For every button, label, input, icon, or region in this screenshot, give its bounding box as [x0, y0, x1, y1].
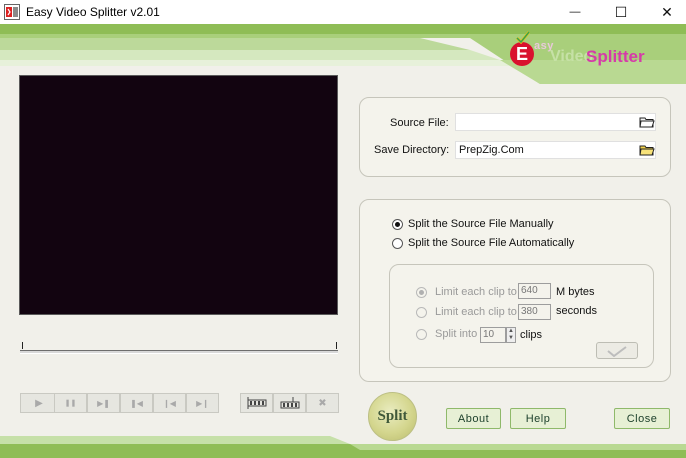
previous-button[interactable]: ❙◀: [153, 393, 186, 413]
browse-folder-icon[interactable]: [639, 143, 655, 157]
set-end-button[interactable]: [273, 393, 306, 413]
window-title: Easy Video Splitter v2.01: [26, 5, 160, 19]
split-into-input[interactable]: 10: [480, 327, 506, 343]
about-button[interactable]: About: [446, 408, 501, 429]
delete-icon: ✖: [318, 397, 327, 409]
seek-track[interactable]: [20, 350, 338, 354]
limit-size-label: Limit each clip to: [435, 286, 517, 298]
split-button-label: Split: [377, 408, 408, 424]
seek-end-marker: [336, 342, 337, 349]
file-panel: [359, 97, 671, 177]
browse-source-icon[interactable]: [639, 115, 655, 129]
step-back-button[interactable]: ❚◀: [120, 393, 153, 413]
checkmark-icon: [607, 345, 627, 357]
title-bar: Easy Video Splitter v2.01 — ☐ ✕: [0, 0, 686, 24]
bottom-decor-band: [0, 436, 686, 458]
next-button[interactable]: ▶❙: [186, 393, 219, 413]
help-button-label: Help: [525, 412, 551, 425]
limit-time-label: Limit each clip to: [435, 306, 517, 318]
step-forward-icon: ▶❚: [97, 398, 110, 408]
set-start-button[interactable]: [240, 393, 273, 413]
close-button-label: Close: [626, 412, 658, 425]
split-into-radio[interactable]: [416, 329, 427, 340]
limit-size-input[interactable]: 640: [518, 283, 551, 299]
source-file-input[interactable]: [455, 113, 656, 131]
delete-button[interactable]: ✖: [306, 393, 339, 413]
previous-icon: ❙◀: [163, 398, 176, 408]
limit-size-unit: M bytes: [556, 286, 595, 298]
limit-time-radio[interactable]: [416, 307, 427, 318]
play-button[interactable]: ▶: [20, 393, 58, 413]
app-icon: [4, 4, 20, 20]
play-icon: ▶: [35, 397, 43, 409]
manual-split-radio[interactable]: [392, 219, 403, 230]
step-forward-button[interactable]: ▶❚: [87, 393, 120, 413]
film-end-icon: [280, 397, 299, 409]
close-button[interactable]: Close: [614, 408, 670, 429]
seek-start-marker: [22, 342, 23, 349]
automatic-split-radio[interactable]: [392, 238, 403, 249]
minimize-icon: —: [569, 6, 581, 18]
limit-time-unit: seconds: [556, 305, 597, 317]
video-preview: [19, 75, 338, 315]
step-back-icon: ❚◀: [130, 398, 143, 408]
split-into-unit: clips: [520, 329, 543, 341]
source-file-label: Source File:: [390, 117, 449, 129]
pause-icon: ❚❚: [64, 400, 77, 407]
save-directory-label: Save Directory:: [374, 144, 450, 156]
next-icon: ▶❙: [196, 398, 209, 408]
limit-time-input[interactable]: 380: [518, 304, 551, 320]
logo-letter: E: [510, 42, 534, 66]
about-button-label: About: [457, 412, 490, 425]
split-into-stepper[interactable]: ▲ ▼: [506, 327, 516, 343]
save-directory-input[interactable]: PrepZig.Com: [455, 141, 656, 159]
logo-sparkle-icon: [515, 31, 531, 44]
close-icon: ✕: [661, 3, 673, 20]
minimize-button[interactable]: —: [552, 0, 598, 24]
split-into-label: Split into: [435, 328, 478, 340]
automatic-split-label[interactable]: Split the Source File Automatically: [408, 237, 574, 249]
logo-text-splitter: Splitter: [586, 47, 645, 66]
limit-size-radio[interactable]: [416, 287, 427, 298]
pause-button[interactable]: ❚❚: [54, 393, 87, 413]
manual-split-label[interactable]: Split the Source File Manually: [408, 218, 554, 230]
app-logo: E asy Video Splitter: [506, 30, 656, 76]
close-window-button[interactable]: ✕: [644, 0, 686, 24]
maximize-icon: ☐: [614, 3, 628, 20]
help-button[interactable]: Help: [510, 408, 566, 429]
film-start-icon: [247, 397, 266, 409]
maximize-button[interactable]: ☐: [598, 0, 644, 24]
apply-auto-button[interactable]: [596, 342, 638, 359]
seek-slider[interactable]: [20, 341, 338, 357]
